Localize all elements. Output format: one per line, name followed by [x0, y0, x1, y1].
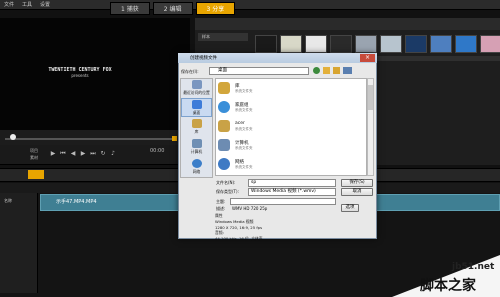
watermark-url: jb51.net: [452, 262, 495, 272]
project-mode-label[interactable]: 项目: [30, 148, 38, 154]
description-value: WMV HD 720 25p: [232, 206, 268, 211]
close-icon[interactable]: ×: [360, 54, 375, 62]
network-icon: [218, 158, 230, 170]
step-edit[interactable]: 2 编辑: [152, 2, 193, 15]
save-in-label: 保存在(I):: [181, 69, 199, 74]
new-folder-icon[interactable]: [333, 67, 340, 74]
list-item[interactable]: 库系统文件夹: [218, 80, 318, 98]
place-network[interactable]: 网络: [181, 158, 212, 177]
home-icon[interactable]: ⏮: [60, 151, 66, 157]
music-track-header[interactable]: [0, 273, 38, 293]
preview-subtitle-text: presents: [71, 73, 89, 78]
cancel-button[interactable]: 取消: [341, 188, 373, 196]
back-icon[interactable]: [313, 67, 320, 74]
user-folder-icon: [218, 120, 230, 132]
filetype-label: 保存类型(T):: [216, 189, 239, 194]
list-item[interactable]: acer 系统文件夹: [218, 118, 318, 136]
list-item[interactable]: 计算机 系统文件夹: [218, 137, 318, 155]
next-frame-icon[interactable]: ▶: [80, 151, 86, 157]
menu-bar: 文件 工具 设置: [0, 0, 500, 10]
track-label: 名称: [4, 198, 12, 203]
scrub-track[interactable]: [5, 138, 175, 140]
place-desktop[interactable]: 桌面: [181, 98, 212, 117]
step-capture[interactable]: 1 捕获: [110, 2, 150, 15]
desktop-icon: [191, 100, 202, 109]
media-thumbnail[interactable]: [330, 35, 352, 53]
menu-tools[interactable]: 工具: [18, 0, 36, 10]
workflow-steps: 1 捕获 2 编辑 3 分享: [110, 2, 238, 15]
subject-field[interactable]: [230, 198, 336, 205]
media-thumbnail[interactable]: [355, 35, 377, 53]
scrub-handle[interactable]: [10, 134, 16, 140]
computer-icon: [191, 139, 202, 148]
filename-label: 文件名(N):: [216, 180, 236, 185]
filetype-dropdown[interactable]: Windows Media 视频 (*.wmv): [248, 188, 336, 196]
repeat-icon[interactable]: ↻: [100, 151, 106, 157]
media-thumbnail[interactable]: [480, 35, 500, 53]
scrollbar-thumb[interactable]: [368, 85, 373, 110]
media-thumbnail[interactable]: [430, 35, 452, 53]
list-item[interactable]: 网络 系统文件夹: [218, 156, 318, 174]
library-icon: [191, 119, 202, 128]
play-icon[interactable]: ▶: [50, 151, 56, 157]
list-item[interactable]: 家庭组 系统文件夹: [218, 99, 318, 117]
menu-settings[interactable]: 设置: [36, 0, 54, 10]
description-label: 描述:: [216, 206, 226, 211]
media-thumbnail[interactable]: [305, 35, 327, 53]
up-folder-icon[interactable]: [323, 67, 330, 74]
computer-icon: [218, 139, 230, 151]
prev-frame-icon[interactable]: ◀: [70, 151, 76, 157]
options-button[interactable]: 选项: [341, 204, 359, 212]
media-thumbnail[interactable]: [380, 35, 402, 53]
watermark-brand: 脚本之家: [420, 278, 476, 294]
recent-icon: [191, 80, 202, 89]
trim-marker[interactable]: [172, 136, 177, 141]
volume-icon[interactable]: ♪: [110, 151, 116, 157]
clip-mode-label[interactable]: 素材: [30, 155, 38, 161]
end-icon[interactable]: ⏭: [90, 151, 96, 157]
step-share[interactable]: 3 分享: [195, 2, 236, 15]
place-computer[interactable]: 计算机: [181, 138, 212, 157]
place-libraries[interactable]: 库: [181, 118, 212, 137]
clip-name: 示手47.MP4.MP4: [56, 199, 97, 205]
library-toolbar: [195, 18, 500, 30]
filename-field[interactable]: sp: [248, 179, 336, 187]
subject-label: 主题:: [216, 199, 226, 204]
voice-track-header[interactable]: [0, 253, 38, 273]
nav-toolbar: [313, 67, 353, 75]
media-thumbnail[interactable]: [280, 35, 302, 53]
storyboard-view-button[interactable]: [28, 170, 44, 179]
media-thumbnail[interactable]: [455, 35, 477, 53]
media-thumbnail[interactable]: [255, 35, 277, 53]
network-icon: [191, 159, 202, 168]
media-thumbnail[interactable]: [405, 35, 427, 53]
dialog-title: 创建视频文件: [190, 56, 217, 61]
menu-file[interactable]: 文件: [0, 0, 18, 10]
library-tab[interactable]: 样本: [198, 33, 248, 41]
title-track-header[interactable]: [0, 233, 38, 253]
timecode: 00:00: [150, 148, 165, 154]
overlay-track-header[interactable]: [0, 213, 38, 233]
homegroup-icon: [218, 101, 230, 113]
property-line: 44 100 kHz, 16 位, 立体声: [215, 236, 263, 241]
properties-box: 属性 Windows Media 视频 1280 X 720, 16:9, 25…: [215, 213, 365, 241]
save-button[interactable]: 保存(S): [341, 179, 373, 187]
view-menu-icon[interactable]: [343, 67, 352, 74]
place-recent[interactable]: 最近访问的位置: [181, 79, 212, 98]
save-in-dropdown[interactable]: 桌面: [209, 67, 309, 75]
folder-icon: [218, 82, 230, 94]
